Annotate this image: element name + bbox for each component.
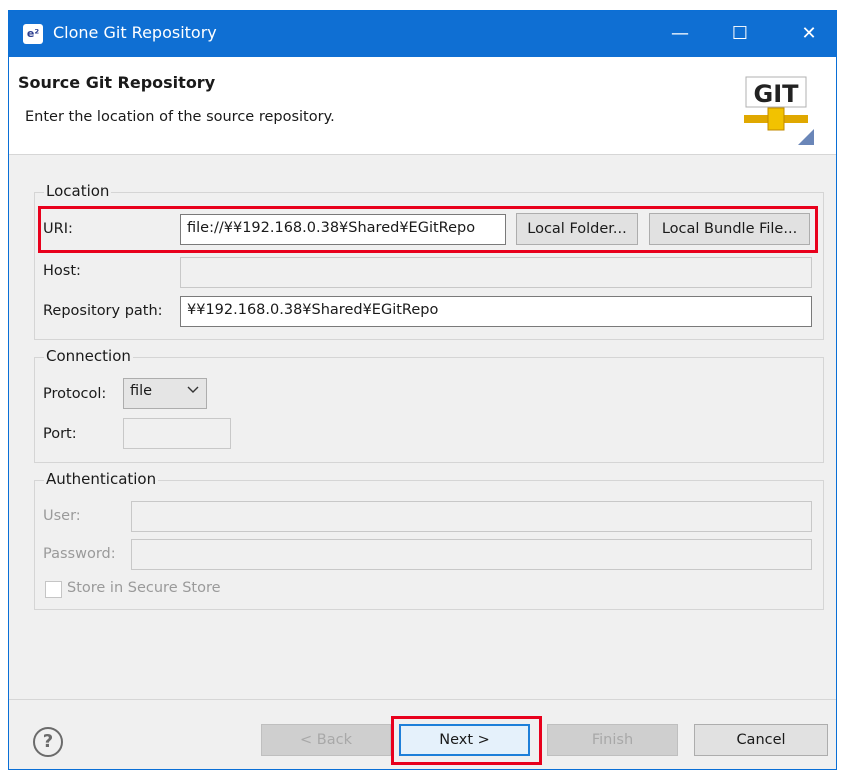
cancel-button[interactable]: Cancel: [694, 724, 828, 756]
clone-git-repository-dialog: e² Clone Git Repository — ☐ ✕ Source Git…: [8, 10, 837, 770]
title-bar: e² Clone Git Repository — ☐ ✕: [9, 11, 836, 57]
page-title: Source Git Repository: [18, 73, 216, 92]
help-icon[interactable]: ?: [33, 727, 63, 757]
git-logo-icon: GIT: [744, 76, 814, 145]
repository-path-label: Repository path:: [43, 303, 163, 319]
finish-button[interactable]: Finish: [547, 724, 678, 756]
wizard-header: Source Git Repository Enter the location…: [9, 57, 836, 155]
svg-text:GIT: GIT: [754, 80, 800, 108]
protocol-label: Protocol:: [43, 386, 107, 402]
next-highlight-box: [391, 716, 542, 765]
repository-path-input[interactable]: ¥¥192.168.0.38¥Shared¥EGitRepo: [180, 296, 812, 327]
store-secure-checkbox[interactable]: [45, 581, 62, 598]
uri-highlight-box: [38, 206, 818, 253]
minimize-button[interactable]: —: [657, 11, 703, 57]
host-label: Host:: [43, 263, 81, 279]
location-legend: Location: [44, 182, 112, 200]
back-button[interactable]: < Back: [261, 724, 391, 756]
user-input[interactable]: [131, 501, 812, 532]
user-label: User:: [43, 508, 81, 524]
password-label: Password:: [43, 546, 116, 562]
port-label: Port:: [43, 426, 77, 442]
port-input[interactable]: [123, 418, 231, 449]
authentication-legend: Authentication: [44, 470, 159, 488]
eclipse-app-icon: e²: [23, 24, 43, 44]
window-title: Clone Git Repository: [53, 23, 217, 42]
store-secure-label: Store in Secure Store: [67, 580, 221, 596]
connection-legend: Connection: [44, 347, 133, 365]
git-logo-text: GIT: [754, 80, 800, 108]
footer-divider: [9, 699, 836, 700]
password-input[interactable]: [131, 539, 812, 570]
protocol-select[interactable]: file: [123, 378, 207, 409]
maximize-button[interactable]: ☐: [717, 11, 763, 57]
close-button[interactable]: ✕: [786, 11, 832, 57]
host-input[interactable]: [180, 257, 812, 288]
chevron-down-icon: [187, 383, 199, 399]
protocol-value: file: [130, 383, 153, 399]
page-description: Enter the location of the source reposit…: [25, 109, 335, 125]
